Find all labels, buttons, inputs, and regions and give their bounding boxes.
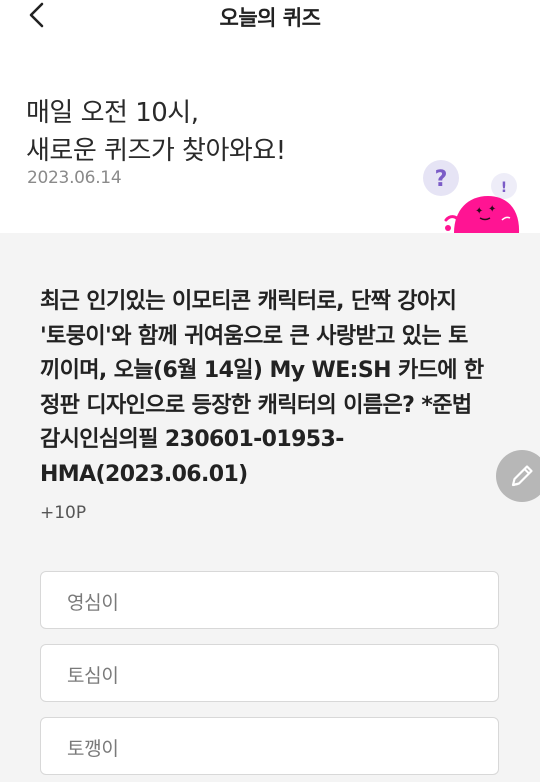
answer-option-1[interactable]: 영심이 (40, 571, 499, 629)
answer-option-label: 토심이 (67, 665, 119, 687)
mascot-illustration: ? ! ✦ ✦ (423, 160, 520, 233)
svg-text:✦: ✦ (475, 206, 483, 217)
question-line: HMA(2023.06.01) (40, 461, 248, 487)
exclamation-mark: ! (501, 180, 507, 196)
intro-section: 매일 오전 10시, 새로운 퀴즈가 찾아와요! 2023.06.14 ? ! … (0, 34, 540, 233)
answer-option-label: 영심이 (67, 592, 119, 614)
question-line: 끼이며, 오늘(6월 14일) My WE:SH 카드에 한 (40, 358, 484, 383)
quiz-content: 최근 인기있는 이모티콘 캐릭터로, 단짝 강아지 '토뭉이'와 함께 귀여움으… (0, 233, 540, 782)
answer-option-3[interactable]: 토깽이 (40, 717, 499, 775)
question-line: 정판 디자인으로 등장한 캐릭터의 이름은? *준법 (40, 392, 472, 418)
edit-button[interactable] (496, 450, 540, 502)
quiz-question: 최근 인기있는 이모티콘 캐릭터로, 단짝 강아지 '토뭉이'와 함께 귀여움으… (40, 285, 510, 492)
quiz-screen: 오늘의 퀴즈 매일 오전 10시, 새로운 퀴즈가 찾아와요! 2023.06.… (0, 0, 540, 782)
answer-option-label: 토깽이 (67, 738, 119, 760)
intro-line-2: 새로운 퀴즈가 찾아와요! (26, 136, 286, 166)
quiz-date: 2023.06.14 (27, 168, 122, 188)
question-line: '토뭉이'와 함께 귀여움으로 큰 사랑받고 있는 토 (40, 323, 468, 349)
question-line: 최근 인기있는 이모티콘 캐릭터로, 단짝 강아지 (40, 289, 457, 314)
pencil-icon (511, 465, 533, 487)
svg-text:✦: ✦ (488, 204, 496, 215)
page-title: 오늘의 퀴즈 (219, 6, 321, 30)
intro-line-1: 매일 오전 10시, (26, 98, 199, 128)
question-mark: ? (435, 167, 448, 192)
app-header: 오늘의 퀴즈 (0, 0, 540, 34)
answer-option-2[interactable]: 토심이 (40, 644, 499, 702)
reward-points: +10P (40, 503, 87, 523)
question-line: 감시인심의필 230601-01953- (40, 427, 344, 452)
character-body (454, 196, 520, 233)
